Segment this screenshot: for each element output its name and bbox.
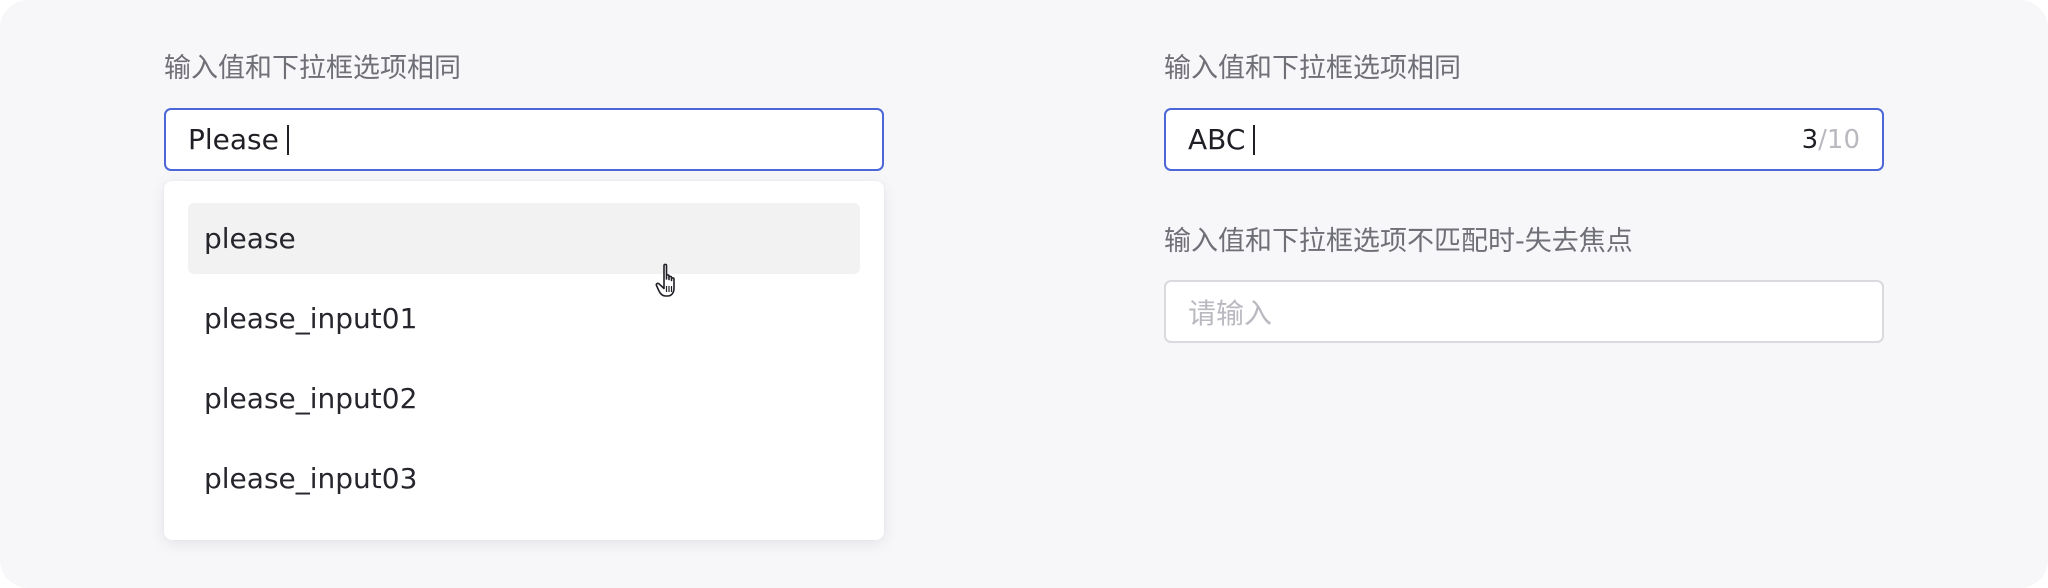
dropdown-option-please-input02[interactable]: please_input02: [188, 363, 860, 434]
text-caret: [286, 124, 289, 155]
hand-pointer-icon: [655, 263, 675, 297]
dropdown-option-please-input01[interactable]: please_input01: [188, 283, 860, 354]
left-input-value: Please: [188, 123, 279, 156]
dropdown-option-please-input03[interactable]: please_input03: [188, 443, 860, 514]
character-count: 3: [1801, 124, 1819, 155]
character-max: 10: [1826, 124, 1860, 155]
input-placeholder: 请输入: [1188, 296, 1273, 330]
character-counter: 3/10: [1802, 125, 1860, 155]
counter-separator: /: [1818, 124, 1827, 155]
right-bottom-input[interactable]: 请输入: [1164, 280, 1884, 343]
right-top-field-label: 输入值和下拉框选项相同: [1164, 53, 1461, 84]
text-caret: [1253, 124, 1256, 155]
right-bottom-field-label: 输入值和下拉框选项不匹配时-失去焦点: [1164, 226, 1633, 257]
left-field-label: 输入值和下拉框选项相同: [164, 53, 461, 84]
dropdown-option-label: please_input01: [204, 302, 418, 335]
dropdown-option-label: please: [204, 222, 296, 255]
dropdown-option-label: please_input03: [204, 462, 418, 495]
right-top-input-value: ABC: [1188, 123, 1246, 156]
left-autocomplete-input[interactable]: Please: [164, 108, 884, 171]
dropdown-option-label: please_input02: [204, 382, 418, 415]
demo-panel: 输入值和下拉框选项相同 Please please please_input01…: [0, 0, 2048, 588]
autocomplete-dropdown: please please_input01 please_input02 ple…: [164, 181, 884, 540]
right-top-input[interactable]: ABC 3/10: [1164, 108, 1884, 171]
dropdown-option-please[interactable]: please: [188, 203, 860, 274]
